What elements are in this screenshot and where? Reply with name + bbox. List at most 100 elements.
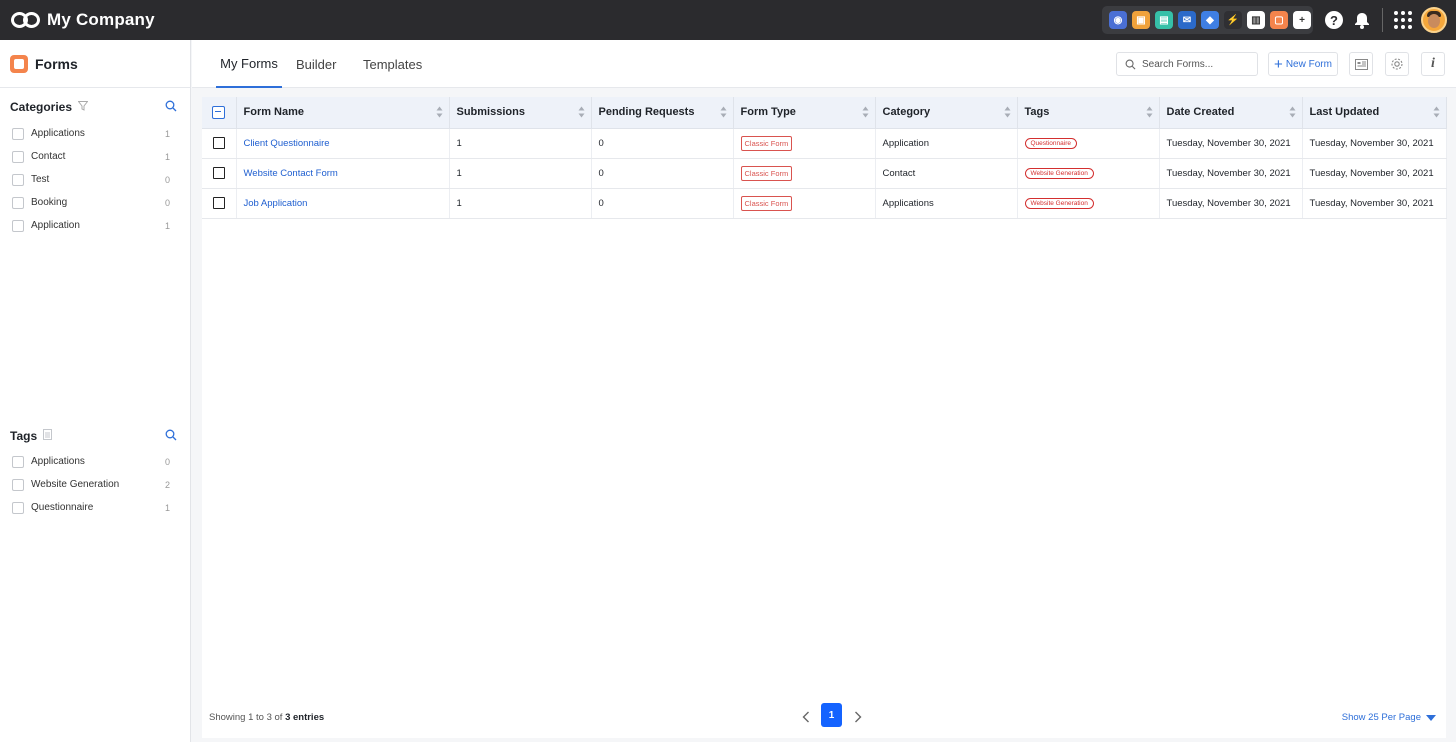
orange-app-icon-glyph: ▣: [1136, 14, 1146, 26]
user-avatar[interactable]: [1421, 7, 1447, 33]
checkbox[interactable]: [12, 196, 24, 209]
column-header[interactable]: Category: [875, 97, 1018, 129]
search-input[interactable]: [1142, 58, 1252, 70]
tab-my-forms[interactable]: My Forms: [216, 40, 282, 88]
select-all-checkbox[interactable]: [212, 105, 226, 119]
column-header[interactable]: Tags: [1017, 97, 1160, 129]
table-row[interactable]: Website Contact Form 1 0 Classic Form Contac…: [202, 158, 1447, 189]
column-header-label: Category: [882, 106, 931, 119]
sort-icon[interactable]: [578, 106, 585, 118]
bell-icon[interactable]: [1352, 10, 1372, 30]
sidebar-categories-item[interactable]: Contact 1: [0, 145, 190, 168]
chart-app-icon[interactable]: ▥: [1247, 11, 1265, 29]
sidebar-header: Forms: [0, 40, 190, 88]
sort-icon[interactable]: [1433, 106, 1440, 118]
sort-icon[interactable]: [1289, 106, 1296, 118]
pending-requests-cell: 0: [591, 188, 734, 219]
settings-button[interactable]: [1385, 52, 1409, 76]
column-header[interactable]: Form Type: [733, 97, 876, 129]
tag-badge[interactable]: Questionnaire: [1024, 138, 1077, 149]
checkbox[interactable]: [12, 455, 24, 468]
table-row[interactable]: Job Application 1 0 Classic Form Application…: [202, 188, 1447, 219]
categories-search-icon[interactable]: [165, 100, 177, 112]
search-box[interactable]: [1116, 52, 1258, 76]
sort-icon[interactable]: [720, 106, 727, 118]
sidebar-categories-item[interactable]: Test 0: [0, 168, 190, 191]
checkbox[interactable]: [12, 501, 24, 514]
row-checkbox[interactable]: [212, 137, 225, 149]
sidebar: Forms Categories Applications 1 Contact 1 Te…: [0, 40, 191, 742]
entries-summary: Showing 1 to 3 of 3 entries: [209, 712, 324, 723]
item-label: Questionnaire: [31, 502, 94, 513]
tag-badge[interactable]: Website Generation: [1024, 168, 1094, 179]
help-icon[interactable]: ?: [1324, 10, 1344, 30]
tags-search-icon[interactable]: [165, 429, 177, 441]
sort-icon[interactable]: [436, 106, 443, 118]
checkbox[interactable]: [12, 173, 24, 186]
new-form-button[interactable]: + New Form: [1268, 52, 1338, 76]
form-type-badge: Classic Form: [740, 165, 793, 181]
column-header[interactable]: Date Created: [1159, 97, 1303, 129]
item-label: Contact: [31, 151, 66, 162]
item-count: 2: [164, 479, 170, 490]
chrome-app-icon[interactable]: ◉: [1109, 11, 1127, 29]
form-app-icon[interactable]: ▢: [1270, 11, 1288, 29]
row-checkbox[interactable]: [212, 167, 225, 179]
sidebar-tags-item[interactable]: Website Generation 2: [0, 473, 190, 496]
checkbox[interactable]: [12, 150, 24, 163]
next-page-button[interactable]: [849, 708, 867, 726]
app-launcher-icon[interactable]: [1393, 10, 1413, 30]
teal-app-icon-glyph: ▤: [1159, 14, 1169, 26]
info-button[interactable]: i: [1421, 52, 1445, 76]
sort-icon[interactable]: [1004, 106, 1011, 118]
filter-icon[interactable]: [77, 100, 89, 114]
add-app-icon-glyph: +: [1299, 14, 1305, 26]
per-page-select[interactable]: Show 25 Per Page: [1342, 712, 1436, 723]
item-label: Booking: [31, 197, 68, 208]
row-checkbox[interactable]: [212, 197, 225, 209]
last-updated-cell: Tuesday, November 30, 2021: [1302, 188, 1447, 219]
sidebar-categories-item[interactable]: Applications 1: [0, 122, 190, 145]
form-name-link[interactable]: Website Contact Form: [244, 168, 338, 179]
tab-templates[interactable]: Templates: [363, 40, 422, 88]
chevron-right-icon: [855, 711, 862, 723]
item-count: 0: [164, 197, 170, 208]
form-name-link[interactable]: Job Application: [244, 198, 308, 209]
column-header[interactable]: Last Updated: [1302, 97, 1447, 129]
sort-icon[interactable]: [862, 106, 869, 118]
checkbox[interactable]: [12, 478, 24, 491]
column-header[interactable]: Pending Requests: [591, 97, 734, 129]
form-name-link[interactable]: Client Questionnaire: [244, 138, 330, 149]
page-1-button[interactable]: 1: [821, 703, 842, 727]
lightning-app-icon-glyph: ⚡: [1226, 14, 1240, 26]
column-header[interactable]: Form Name: [236, 97, 450, 129]
chrome-app-icon-glyph: ◉: [1113, 14, 1123, 26]
checkbox[interactable]: [12, 219, 24, 232]
checkbox[interactable]: [12, 127, 24, 140]
sidebar-tags-item[interactable]: Applications 0: [0, 450, 190, 473]
tag-badge[interactable]: Website Generation: [1024, 198, 1094, 209]
categories-list: Applications 1 Contact 1 Test 0 Booking 0 Applic…: [0, 122, 190, 237]
column-header-label: Tags: [1024, 106, 1050, 119]
teal-app-icon[interactable]: ▤: [1155, 11, 1173, 29]
layout-view-button[interactable]: [1349, 52, 1373, 76]
main-area: My Forms Builder Templates + New Form i: [192, 40, 1456, 742]
prev-page-button[interactable]: [797, 708, 815, 726]
column-header[interactable]: Submissions: [449, 97, 592, 129]
sidebar-tags-item[interactable]: Questionnaire 1: [0, 496, 190, 519]
sort-icon[interactable]: [1146, 106, 1153, 118]
brand[interactable]: My Company: [11, 10, 155, 30]
sidebar-categories-item[interactable]: Booking 0: [0, 191, 190, 214]
sidebar-categories-item[interactable]: Application 1: [0, 214, 190, 237]
add-app-icon[interactable]: +: [1293, 11, 1311, 29]
orange-app-icon[interactable]: ▣: [1132, 11, 1150, 29]
cube-app-icon[interactable]: ◆: [1201, 11, 1219, 29]
forms-table-panel: Form Name Submissions Pending Requests Form…: [202, 97, 1447, 738]
lightning-app-icon[interactable]: ⚡: [1224, 11, 1242, 29]
tab-builder[interactable]: Builder: [296, 40, 336, 88]
tags-header: Tags: [0, 426, 190, 446]
table-row[interactable]: Client Questionnaire 1 0 Classic Form Applic…: [202, 128, 1447, 159]
help-glyph: ?: [1325, 11, 1343, 29]
mail-app-icon[interactable]: ✉: [1178, 11, 1196, 29]
row-select-cell: [202, 128, 237, 159]
